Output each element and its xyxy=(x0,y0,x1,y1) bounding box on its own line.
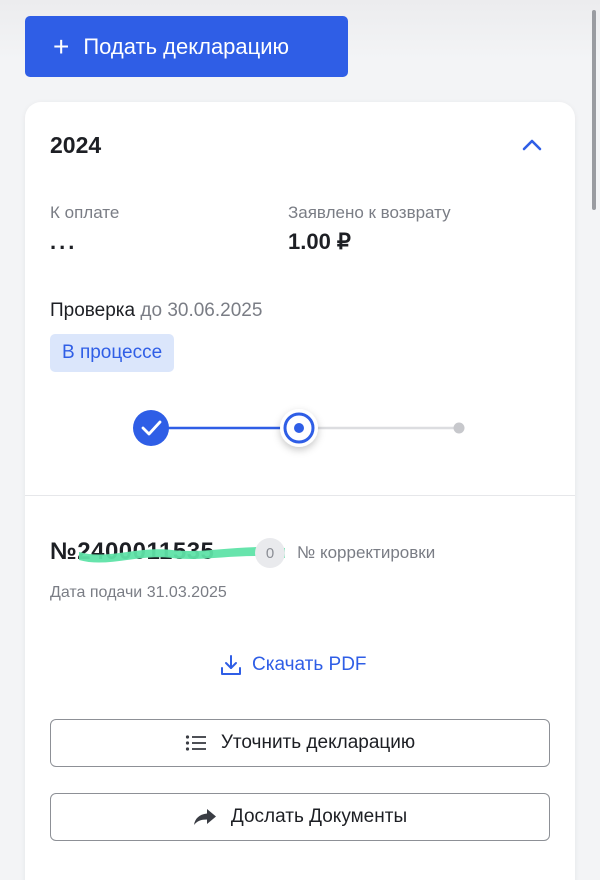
check-icon xyxy=(141,420,162,436)
to-pay-value: ... xyxy=(50,229,78,254)
chevron-up-icon xyxy=(522,139,542,151)
submit-declaration-button[interactable]: + Подать декларацию xyxy=(25,16,348,77)
share-arrow-icon xyxy=(193,809,216,825)
check-row: Проверка до 30.06.2025 xyxy=(50,300,262,322)
declarations-page: + Подать декларацию 2024 К оплате ... За… xyxy=(0,0,600,880)
progress-step-completed xyxy=(133,410,169,446)
check-deadline: до 30.06.2025 xyxy=(140,300,263,321)
correction-label: № корректировки xyxy=(297,543,436,562)
progress-step-current xyxy=(280,409,318,447)
list-icon xyxy=(185,735,206,751)
declaration-number: №2400011535 xyxy=(50,538,215,565)
send-documents-label: Дослать Документы xyxy=(230,806,408,827)
claimed-refund-value: 1.00 ₽ xyxy=(288,229,351,254)
download-pdf-label: Скачать PDF xyxy=(252,654,367,675)
progress-step-pending xyxy=(453,422,465,434)
claimed-refund-label: Заявлено к возврату xyxy=(288,203,451,222)
submit-declaration-label: Подать декларацию xyxy=(83,33,290,59)
refine-declaration-button[interactable]: Уточнить декларацию xyxy=(50,719,550,767)
check-title: Проверка xyxy=(50,300,136,321)
download-icon xyxy=(221,655,241,675)
refine-declaration-label: Уточнить декларацию xyxy=(220,732,416,753)
declaration-year: 2024 xyxy=(50,132,102,158)
section-divider xyxy=(25,495,575,496)
scrollbar[interactable] xyxy=(592,10,596,210)
submission-date: Дата подачи 31.03.2025 xyxy=(50,584,227,601)
collapse-button[interactable] xyxy=(513,130,551,160)
to-pay-label: К оплате xyxy=(50,203,120,222)
plus-icon: + xyxy=(53,30,70,62)
status-badge: В процессе xyxy=(50,334,175,372)
correction-number-badge: 0 xyxy=(255,538,285,568)
download-pdf-link[interactable]: Скачать PDF xyxy=(220,654,367,676)
declaration-card: 2024 К оплате ... Заявлено к возврату 1.… xyxy=(25,102,575,880)
send-documents-button[interactable]: Дослать Документы xyxy=(50,793,550,841)
